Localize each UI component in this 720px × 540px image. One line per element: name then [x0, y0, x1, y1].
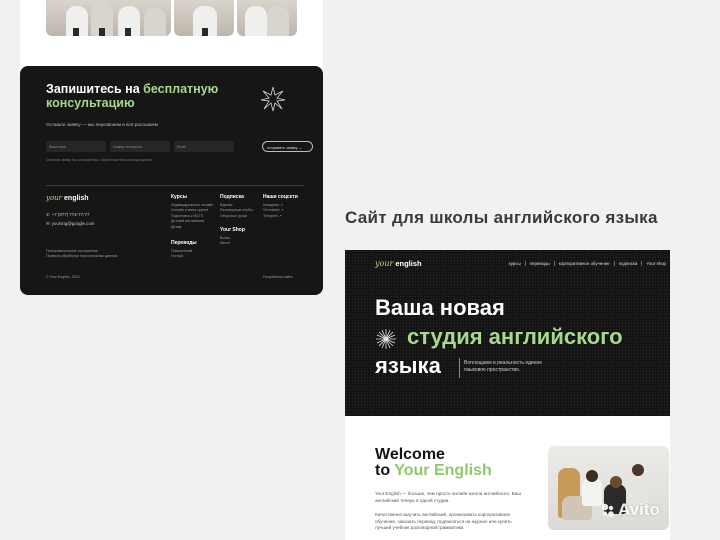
email-input[interactable]: Email	[174, 141, 234, 152]
privacy-policy-link[interactable]: Правила обработки персональных данных	[46, 254, 117, 259]
footer-column-courses: Курсы Индивидуальные онлайн Онлайн в мин…	[171, 194, 214, 231]
footer-link[interactable]: Merch	[220, 241, 245, 247]
nav-item-corporate[interactable]: корпоративное обучение	[553, 261, 614, 266]
footer-logo[interactable]: your english	[46, 194, 89, 202]
submit-request-button[interactable]: отправить заявку →	[262, 141, 313, 152]
footer-link[interactable]: Разговорные клубы	[220, 208, 253, 214]
consent-note: Оставляя заявку, вы соглашаетесь с обраб…	[46, 158, 153, 162]
footer-link[interactable]: Детям	[171, 225, 213, 231]
site-dev-credit-link[interactable]: Разработка сайта	[263, 275, 293, 280]
students-photo-3	[237, 0, 297, 36]
starburst-icon	[376, 329, 396, 349]
welcome-subtitle: to Your English	[375, 462, 492, 479]
cta-subtitle: Оставьте заявку — мы перезвоним и всё ра…	[46, 122, 158, 127]
landing-hero: your english курсы переводы корпоративное…	[345, 250, 670, 416]
name-input[interactable]: Ваше имя	[46, 141, 106, 152]
footer-column-shop: Your Shop Books Merch	[220, 227, 245, 247]
footer-column-socials: Наши соцсети Instagram ↗ VKontakte ↗ Tel…	[263, 194, 298, 220]
phone-input[interactable]: Номер телефона	[110, 141, 170, 152]
footer-column-translations: Переводы Письменный Устный	[171, 240, 197, 260]
hero-description: Воплощаем в реальность единое языковое п…	[464, 360, 543, 373]
phone-icon: ✆	[46, 212, 50, 217]
mail-icon: ✉	[46, 221, 50, 226]
nav-item-courses[interactable]: курсы	[505, 261, 525, 266]
cta-title: Запишитесь на бесплатную консультацию	[46, 82, 219, 110]
section-title: Сайт для школы английского языка	[345, 208, 658, 227]
hero-separator	[459, 358, 460, 378]
telegram-link[interactable]: Telegram ↗	[263, 214, 298, 220]
avito-logo-icon	[601, 503, 614, 517]
consultation-footer-card: Запишитесь на бесплатную консультацию Ос…	[20, 66, 323, 295]
footer-link[interactable]: Онлайн в мини-группе	[171, 208, 213, 214]
footer-phone[interactable]: ✆ +7 (977) 774-77-77	[46, 212, 89, 218]
sparkle-outline-icon	[260, 86, 286, 112]
hero-headline-line2: студия английского	[407, 324, 623, 349]
avito-watermark: Avito	[618, 500, 660, 519]
legal-links: Пользовательское соглашение Правила обра…	[46, 249, 117, 259]
hero-headline-line1: Ваша новая	[375, 295, 505, 320]
footer-link[interactable]: Открытые уроки	[220, 214, 253, 220]
site-logo[interactable]: your english	[375, 259, 422, 268]
main-nav: курсы переводы корпоративное обучение по…	[505, 261, 670, 266]
nav-item-translations[interactable]: переводы	[524, 261, 554, 266]
footer-column-subscription: Подписка Единая Разговорные клубы Открыт…	[220, 194, 253, 220]
nav-item-subscription[interactable]: подписка	[613, 261, 642, 266]
consultation-form: Ваше имя Номер телефона Email отправить …	[46, 141, 313, 153]
footer-link[interactable]: Устный	[171, 254, 197, 260]
welcome-paragraph-2: Качественно выучить английский, организо…	[375, 512, 512, 530]
hero-headline-line3: языка	[375, 353, 441, 378]
students-photo-2	[174, 0, 234, 36]
footer-email[interactable]: ✉ yoursng@google.com	[46, 221, 94, 227]
welcome-section: Welcome to Your English Your English — б…	[345, 416, 670, 540]
footer-divider	[46, 185, 304, 186]
students-photo-1	[46, 0, 171, 36]
nav-item-shop[interactable]: Your shop	[641, 261, 670, 266]
copyright: © Your English, 2022	[46, 275, 80, 279]
welcome-paragraph-1: Your English — больше, чем просто онлайн…	[375, 491, 521, 503]
